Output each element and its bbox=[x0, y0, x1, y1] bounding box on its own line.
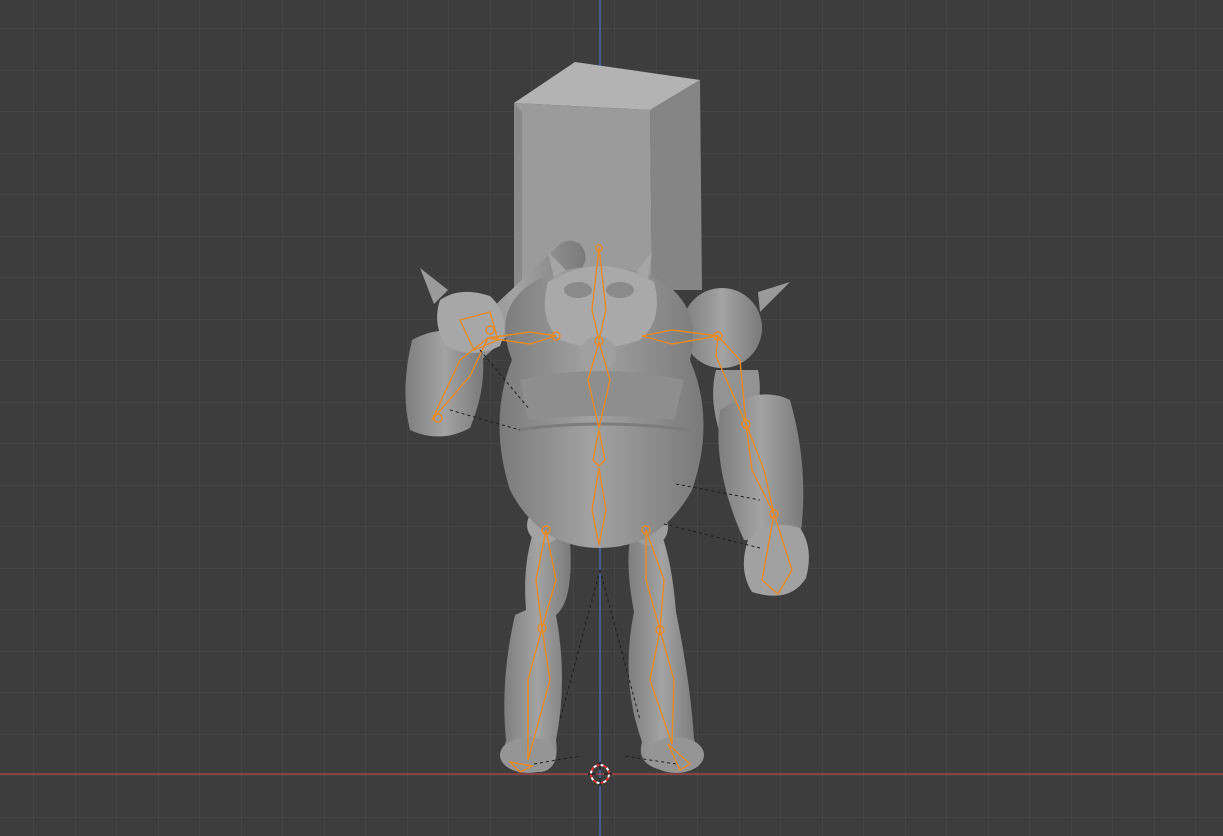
right-eye bbox=[606, 282, 634, 298]
viewport-canvas[interactable] bbox=[0, 0, 1223, 836]
helmet bbox=[544, 266, 657, 348]
right-fist bbox=[743, 524, 809, 596]
hammer-head[interactable] bbox=[514, 62, 702, 290]
right-shoulder-ball bbox=[682, 288, 762, 368]
3d-viewport[interactable] bbox=[0, 0, 1223, 836]
left-eye bbox=[564, 282, 592, 298]
nose-ball bbox=[580, 336, 616, 372]
right-foot bbox=[648, 737, 704, 773]
